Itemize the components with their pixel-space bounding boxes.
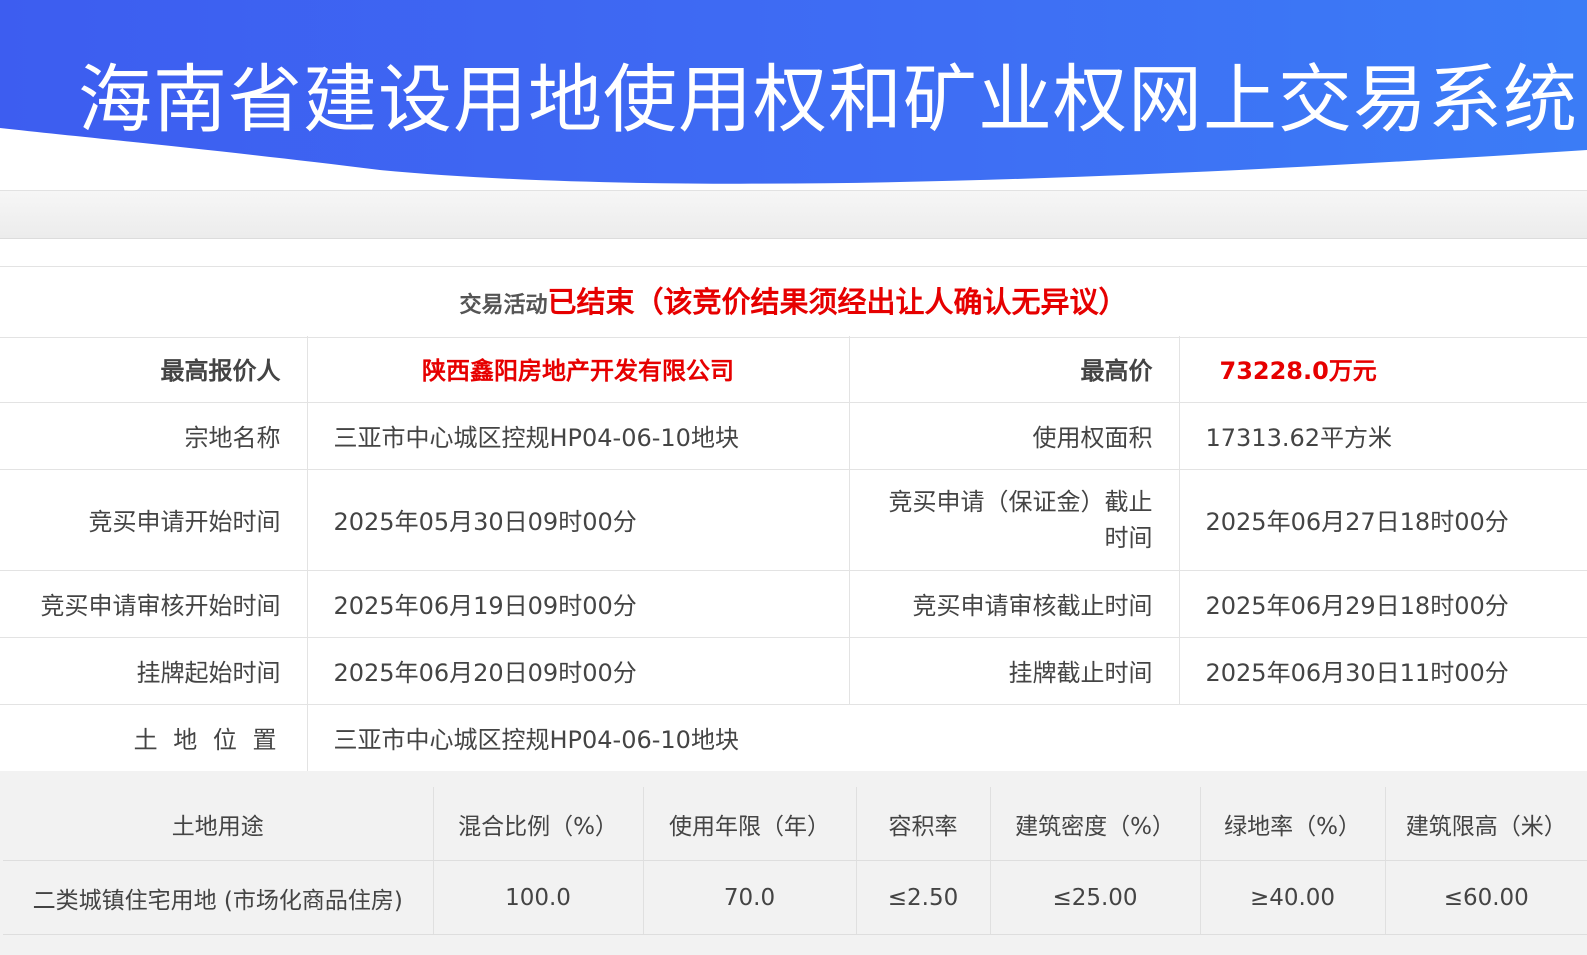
review-end-label: 竞买申请审核截止时间 — [848, 570, 1179, 638]
apply-end-label: 竞买申请（保证金）截止 时间 — [848, 469, 1179, 571]
parcel-info-table: 最高报价人 陕西鑫阳房地产开发有限公司 最高价 73228.0万元 宗地名称 三… — [0, 336, 1587, 772]
header-green-ratio: 绿地率（%） — [1200, 787, 1386, 861]
list-start-value: 2025年06月20日09时00分 — [306, 637, 849, 705]
list-end-label: 挂牌截止时间 — [848, 637, 1179, 705]
status-label: 交易活动 — [459, 293, 548, 318]
cell-use-years: 70.0 — [643, 860, 857, 935]
table-row: 二类城镇住宅用地 (市场化商品住房) 100.0 70.0 ≤2.50 ≤25.… — [3, 860, 1587, 935]
table-row: 竞买申请开始时间 2025年05月30日09时00分 竞买申请（保证金）截止 时… — [0, 469, 1587, 571]
table-row: 竞买申请审核开始时间 2025年06月19日09时00分 竞买申请审核截止时间 … — [0, 570, 1587, 638]
price-label: 最高价 — [848, 336, 1179, 403]
header-use-years: 使用年限（年） — [643, 787, 857, 861]
area-value: 17313.62平方米 — [1178, 402, 1587, 470]
list-end-value: 2025年06月30日11时00分 — [1178, 637, 1587, 705]
table-row: 宗地名称 三亚市中心城区控规HP04-06-10地块 使用权面积 17313.6… — [0, 402, 1587, 470]
cell-green-ratio: ≥40.00 — [1200, 860, 1386, 935]
trade-status: 交易活动已结束（该竞价结果须经出让人确认无异议） — [0, 266, 1587, 338]
cell-plot-ratio: ≤2.50 — [856, 860, 991, 935]
apply-end-label-line2: 时间 — [1104, 523, 1153, 552]
header-plot-ratio: 容积率 — [856, 787, 991, 861]
header-banner: 海南省建设用地使用权和矿业权网上交易系统 — [0, 0, 1587, 190]
toolbar-bar — [0, 190, 1587, 239]
status-value: 已结束（该竞价结果须经出让人确认无异议） — [547, 285, 1128, 319]
area-label: 使用权面积 — [848, 402, 1179, 470]
cell-building-density: ≤25.00 — [990, 860, 1201, 935]
header-land-use: 土地用途 — [3, 787, 434, 861]
table-row: 挂牌起始时间 2025年06月20日09时00分 挂牌截止时间 2025年06月… — [0, 637, 1587, 705]
review-end-value: 2025年06月29日18时00分 — [1178, 570, 1587, 638]
header-height-limit: 建筑限高（米） — [1385, 787, 1587, 861]
bidder-label: 最高报价人 — [0, 336, 307, 403]
table-row: 最高报价人 陕西鑫阳房地产开发有限公司 最高价 73228.0万元 — [0, 336, 1587, 403]
table-header-row: 土地用途 混合比例（%） 使用年限（年） 容积率 建筑密度（%） 绿地率（%） … — [3, 787, 1587, 861]
page-title: 海南省建设用地使用权和矿业权网上交易系统 — [78, 57, 1578, 143]
table-row: 土 地 位 置 三亚市中心城区控规HP04-06-10地块 — [0, 704, 1587, 772]
header-mix-ratio: 混合比例（%） — [433, 787, 644, 861]
list-start-label: 挂牌起始时间 — [0, 637, 307, 705]
land-use-section: 土地用途 混合比例（%） 使用年限（年） 容积率 建筑密度（%） 绿地率（%） … — [0, 771, 1587, 955]
apply-start-label: 竞买申请开始时间 — [0, 469, 307, 571]
location-label: 土 地 位 置 — [0, 704, 307, 772]
location-value: 三亚市中心城区控规HP04-06-10地块 — [306, 704, 1587, 772]
bidder-value: 陕西鑫阳房地产开发有限公司 — [306, 336, 849, 403]
land-use-table: 土地用途 混合比例（%） 使用年限（年） 容积率 建筑密度（%） 绿地率（%） … — [3, 787, 1587, 935]
apply-end-label-line1: 竞买申请（保证金）截止 — [888, 487, 1153, 516]
review-start-value: 2025年06月19日09时00分 — [306, 570, 849, 638]
parcel-label: 宗地名称 — [0, 402, 307, 470]
review-start-label: 竞买申请审核开始时间 — [0, 570, 307, 638]
cell-height-limit: ≤60.00 — [1385, 860, 1587, 935]
apply-end-value: 2025年06月27日18时00分 — [1178, 469, 1587, 571]
header-building-density: 建筑密度（%） — [990, 787, 1201, 861]
cell-mix-ratio: 100.0 — [433, 860, 644, 935]
cell-land-use: 二类城镇住宅用地 (市场化商品住房) — [3, 860, 434, 935]
apply-start-value: 2025年05月30日09时00分 — [306, 469, 849, 571]
parcel-value: 三亚市中心城区控规HP04-06-10地块 — [306, 402, 849, 470]
price-value: 73228.0万元 — [1178, 336, 1587, 403]
